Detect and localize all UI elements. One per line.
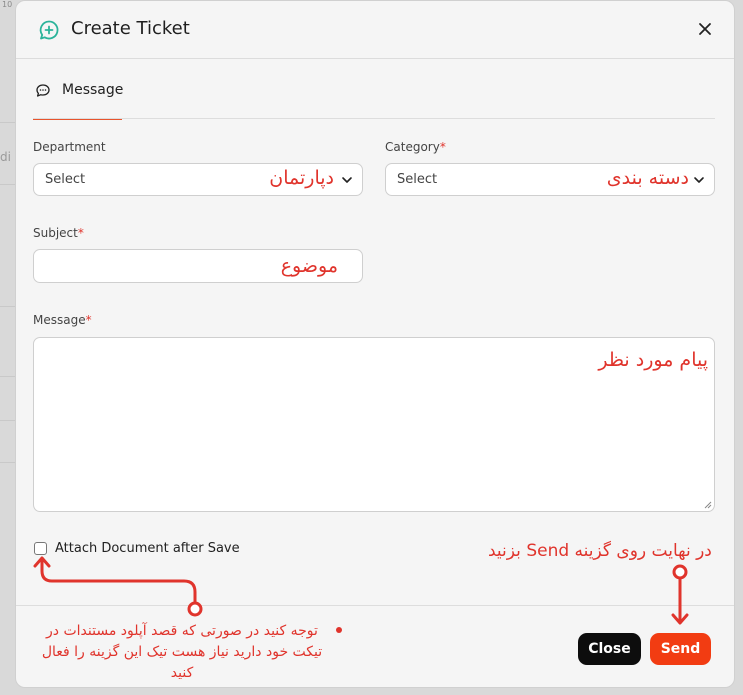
- background-divider: [0, 184, 16, 185]
- select-placeholder: Select: [397, 172, 438, 187]
- send-button[interactable]: Send: [650, 633, 711, 665]
- background-text: di: [0, 150, 11, 164]
- tab-message[interactable]: Message: [33, 71, 124, 120]
- annotation-send-hint: در نهایت روی گزینه Send بزنید: [488, 541, 712, 561]
- subject-label: Subject*: [33, 226, 84, 240]
- resize-handle-icon[interactable]: [704, 501, 712, 509]
- dialog-header: Create Ticket: [16, 1, 734, 59]
- background-divider: [0, 376, 16, 377]
- chevron-down-icon: [694, 177, 704, 183]
- message-label: Message*: [33, 313, 92, 327]
- background-text: 10: [2, 0, 13, 9]
- footer-divider: [16, 605, 734, 606]
- close-button[interactable]: Close: [578, 633, 641, 665]
- tab-divider: [33, 118, 715, 119]
- background-divider: [0, 122, 16, 123]
- select-placeholder: Select: [45, 172, 86, 187]
- close-icon[interactable]: [696, 20, 714, 38]
- annotation-bullet: [336, 627, 342, 633]
- attach-document-label: Attach Document after Save: [55, 541, 240, 556]
- category-label: Category*: [385, 140, 446, 154]
- annotation-department: دپارتمان: [269, 167, 334, 189]
- annotation-category: دسته بندی: [606, 167, 689, 189]
- annotation-message: پیام مورد نظر: [598, 349, 708, 371]
- create-ticket-dialog: Create Ticket Message Department Select …: [15, 0, 735, 688]
- annotation-attach-note: توجه کنید در صورتی که قصد آپلود مستندات …: [41, 623, 323, 681]
- chat-plus-icon: [39, 20, 59, 40]
- chat-bubble-icon: [36, 84, 50, 97]
- background-divider: [0, 420, 16, 421]
- department-label: Department: [33, 140, 106, 154]
- attach-document-checkbox[interactable]: [34, 542, 47, 555]
- dialog-title: Create Ticket: [71, 18, 190, 39]
- chevron-down-icon: [342, 177, 352, 183]
- annotation-subject: موضوع: [280, 255, 338, 277]
- background-divider: [0, 462, 16, 463]
- background-divider: [0, 306, 16, 307]
- tab-label: Message: [62, 82, 124, 98]
